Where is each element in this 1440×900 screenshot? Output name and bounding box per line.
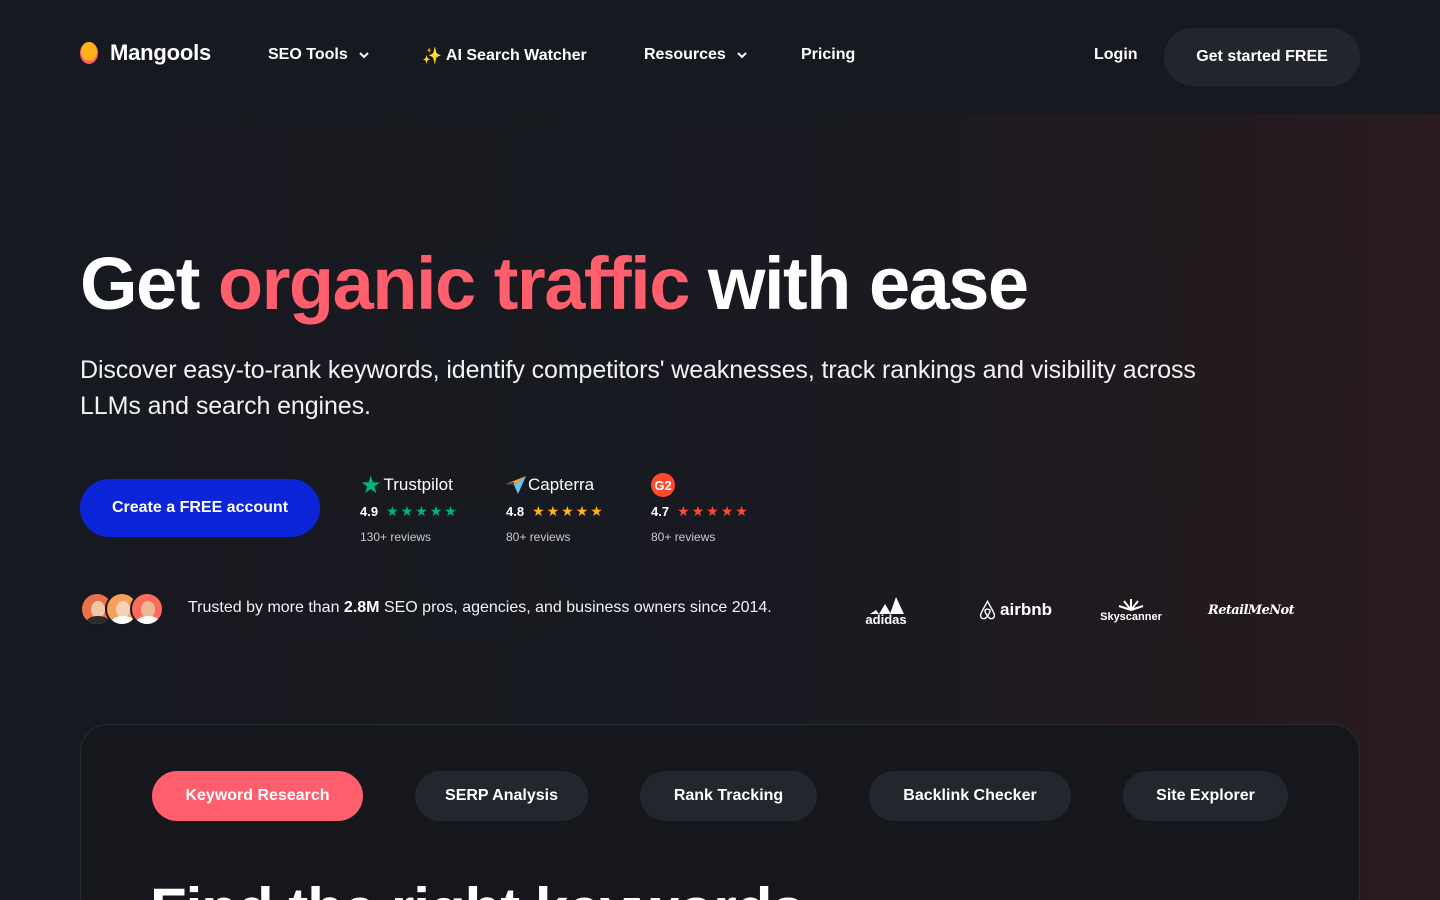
nav-pricing-label: Pricing <box>801 46 856 63</box>
client-skyscanner: Skyscanner <box>1100 611 1162 623</box>
logo-text: Mangools <box>110 40 212 65</box>
rating-trustpilot[interactable]: ★ Trustpilot 4.9 ★★★★★ 130+ reviews <box>360 471 490 545</box>
trust-statement: Trusted by more than 2.8M SEO pros, agen… <box>188 599 772 617</box>
create-account-button[interactable]: Create a FREE account <box>80 479 320 537</box>
tab-backlink-checker[interactable]: Backlink Checker <box>869 771 1071 821</box>
avatar <box>130 592 164 626</box>
tab-serp-analysis[interactable]: SERP Analysis <box>415 771 588 821</box>
nav-pricing[interactable]: Pricing <box>801 46 855 64</box>
adidas-stripes-icon <box>870 597 904 614</box>
get-started-button[interactable]: Get started FREE <box>1164 28 1360 86</box>
capterra-reviews: 80+ reviews <box>506 530 571 544</box>
tab-keyword-research[interactable]: Keyword Research <box>152 771 363 821</box>
hero-title: Get organic traffic with ease <box>80 238 1029 330</box>
capterra-brand: Capterra <box>528 475 595 494</box>
tab-site-explorer[interactable]: Site Explorer <box>1123 771 1288 821</box>
rating-g2[interactable]: G2 4.7 ★★★★★ 80+ reviews <box>651 472 781 544</box>
sparkle-icon: ✨ <box>422 48 442 65</box>
g2-logo: G2 <box>651 472 781 498</box>
stars-icon: ★★★★★ <box>532 502 605 519</box>
client-airbnb: airbnb <box>1000 600 1052 619</box>
nav-resources[interactable]: Resources <box>644 46 748 64</box>
adidas-logo: adidas <box>858 592 914 628</box>
capterra-logo: Capterra <box>506 472 636 498</box>
panel-heading: Find the right keywords <box>150 880 804 900</box>
capterra-arrow-icon <box>506 476 526 494</box>
trustpilot-star-icon: ★ <box>360 471 382 499</box>
stars-icon: ★★★★★ <box>677 502 750 519</box>
top-navbar: Mangools SEO Tools ✨ AI Search Watcher R… <box>0 0 1440 114</box>
trust-suffix: SEO pros, agencies, and business owners … <box>379 599 772 616</box>
nav-seo-tools[interactable]: SEO Tools <box>268 46 370 64</box>
mango-logo-icon <box>80 40 100 66</box>
hero-subtitle: Discover easy-to-rank keywords, identify… <box>80 356 1196 420</box>
nav-ai-search-watcher[interactable]: ✨ AI Search Watcher <box>422 46 587 66</box>
hero-title-end: with ease <box>688 242 1029 325</box>
nav-ai-search-watcher-label: AI Search Watcher <box>445 47 587 64</box>
mangools-logo[interactable]: Mangools <box>80 40 211 66</box>
retailmenot-logo: RetailMeNot <box>1208 592 1295 628</box>
rating-capterra[interactable]: Capterra 4.8 ★★★★★ 80+ reviews <box>506 472 636 544</box>
airbnb-logo: airbnb <box>978 592 1052 628</box>
login-link[interactable]: Login <box>1094 46 1138 64</box>
login-label: Login <box>1094 46 1138 63</box>
trust-prefix: Trusted by more than <box>188 599 344 616</box>
stars-icon: ★★★★★ <box>386 502 459 519</box>
user-avatars <box>80 592 164 626</box>
g2-badge: G2 <box>651 473 675 497</box>
trust-highlight: 2.8M <box>343 599 380 616</box>
nav-seo-tools-label: SEO Tools <box>268 46 348 63</box>
client-retailmenot: RetailMeNot <box>1208 602 1295 618</box>
skyscanner-sunrise-icon <box>1118 599 1144 611</box>
chevron-down-icon <box>359 52 369 59</box>
g2-score: 4.7 <box>651 503 670 519</box>
airbnb-belo-icon <box>979 599 996 620</box>
trustpilot-logo: ★ Trustpilot <box>360 471 490 499</box>
tab-rank-tracking[interactable]: Rank Tracking <box>640 771 817 821</box>
trustpilot-reviews: 130+ reviews <box>360 530 432 544</box>
hero-title-accent: organic traffic <box>217 242 690 325</box>
nav-resources-label: Resources <box>644 46 726 63</box>
hero-title-start: Get <box>80 242 218 325</box>
trustpilot-brand: Trustpilot <box>383 475 453 494</box>
skyscanner-logo: Skyscanner <box>1096 592 1166 628</box>
capterra-score: 4.8 <box>506 503 525 519</box>
g2-reviews: 80+ reviews <box>651 530 716 544</box>
client-adidas: adidas <box>865 612 907 627</box>
chevron-down-icon <box>737 52 747 59</box>
trustpilot-score: 4.9 <box>360 503 379 519</box>
